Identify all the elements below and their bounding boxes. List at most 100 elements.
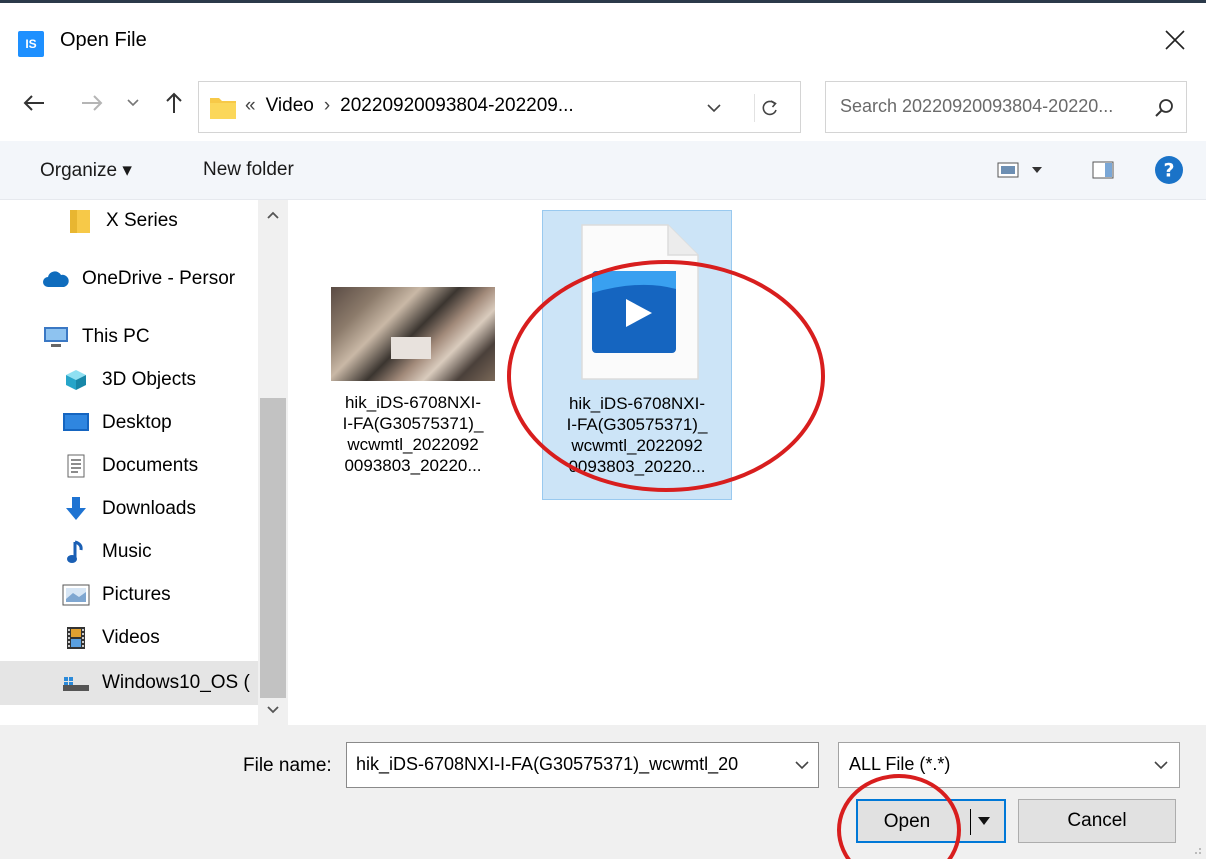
- sidebar-item-music[interactable]: Music: [0, 532, 258, 572]
- search-icon[interactable]: [1152, 96, 1176, 120]
- recent-locations-button[interactable]: [122, 87, 144, 119]
- sidebar-item-label: Downloads: [102, 498, 196, 519]
- back-arrow-icon: [23, 95, 44, 111]
- overflow-chevron[interactable]: «: [245, 95, 256, 117]
- organize-menu-button[interactable]: Organize ▾: [40, 159, 132, 182]
- navigation-pane: X Series OneDrive - Persor This PC 3D Ob…: [0, 200, 288, 725]
- preview-pane-button[interactable]: [1088, 155, 1118, 185]
- sidebar-item-x-series[interactable]: X Series: [0, 201, 258, 241]
- file-type-dropdown-button[interactable]: [1151, 755, 1171, 775]
- video-thumbnail: [331, 287, 495, 381]
- sidebar-item-windows10-os[interactable]: Windows10_OS (: [0, 661, 258, 705]
- file-name-input[interactable]: hik_iDS-6708NXI-I-FA(G30575371)_wcwmtl_2…: [356, 754, 776, 775]
- chevron-down-icon: [795, 761, 809, 770]
- search-box[interactable]: Search 20220920093804-20220...: [825, 81, 1187, 133]
- sidebar-item-label: Videos: [102, 627, 160, 648]
- preview-pane-icon: [1092, 161, 1114, 179]
- sidebar-item-this-pc[interactable]: This PC: [0, 317, 258, 357]
- chevron-down-icon: [707, 104, 721, 113]
- file-name-label: File name:: [243, 755, 332, 776]
- file-type-select[interactable]: ALL File (*.*): [838, 742, 1180, 788]
- sidebar-item-label: X Series: [106, 210, 178, 231]
- sidebar-item-label: Desktop: [102, 412, 172, 433]
- pictures-icon: [62, 583, 90, 607]
- file-list-pane: hik_iDS-6708NXI- I-FA(G30575371)_ wcwmtl…: [288, 200, 1206, 725]
- address-dropdown-button[interactable]: [701, 96, 727, 120]
- folder-icon: [66, 209, 94, 233]
- sidebar-item-3d-objects[interactable]: 3D Objects: [0, 360, 258, 400]
- address-bar[interactable]: « Video › 20220920093804-202209...: [198, 81, 801, 133]
- open-options-dropdown[interactable]: [974, 811, 994, 831]
- title-bar: IS Open File: [0, 3, 1206, 73]
- forward-arrow-icon: [82, 95, 103, 111]
- file-name: hik_iDS-6708NXI- I-FA(G30575371)_ wcwmtl…: [566, 394, 708, 476]
- svg-text:?: ?: [1163, 160, 1174, 182]
- open-button-label: Open: [883, 811, 931, 832]
- scrollbar-thumb[interactable]: [260, 398, 286, 698]
- refresh-button[interactable]: [754, 94, 784, 122]
- up-arrow-icon: [166, 92, 182, 113]
- app-icon: IS: [18, 31, 44, 57]
- sidebar-item-documents[interactable]: Documents: [0, 446, 258, 486]
- sidebar-item-desktop[interactable]: Desktop: [0, 403, 258, 443]
- view-thumbnails-icon: [997, 162, 1019, 178]
- documents-icon: [62, 454, 90, 478]
- file-item[interactable]: hik_iDS-6708NXI- I-FA(G30575371)_ wcwmtl…: [288, 200, 538, 500]
- help-button[interactable]: ?: [1152, 155, 1186, 185]
- back-button[interactable]: [18, 87, 50, 119]
- sidebar-item-label: Pictures: [102, 584, 171, 605]
- sidebar-item-label: Windows10_OS (: [102, 672, 250, 693]
- sidebar-item-videos[interactable]: Videos: [0, 618, 258, 658]
- close-button[interactable]: [1160, 25, 1190, 55]
- chevron-down-icon: [1154, 761, 1168, 770]
- command-toolbar: Organize ▾ New folder ?: [0, 141, 1206, 200]
- film-icon: [62, 626, 90, 650]
- forward-button[interactable]: [76, 87, 108, 119]
- computer-icon: [42, 325, 70, 349]
- scroll-down-button[interactable]: [258, 695, 288, 725]
- close-icon: [1165, 30, 1185, 50]
- sidebar-item-label: Documents: [102, 455, 199, 476]
- desktop-icon: [62, 411, 90, 435]
- navigation-pane-scrollbar[interactable]: [258, 200, 288, 725]
- caret-down-icon: [1032, 167, 1042, 173]
- file-name-dropdown-button[interactable]: [792, 755, 812, 775]
- breadcrumb-video[interactable]: Video: [266, 95, 314, 117]
- sidebar-item-pictures[interactable]: Pictures: [0, 575, 258, 615]
- download-arrow-icon: [62, 497, 90, 521]
- refresh-icon: [762, 100, 777, 116]
- sidebar-item-label: 3D Objects: [102, 369, 196, 390]
- sidebar-item-label: OneDrive - Persor: [82, 268, 236, 289]
- chevron-down-icon: [267, 706, 279, 714]
- caret-down-icon: [978, 817, 990, 825]
- up-button[interactable]: [158, 87, 190, 119]
- scroll-up-button[interactable]: [258, 200, 288, 230]
- chevron-up-icon: [267, 211, 279, 219]
- drive-icon: [62, 671, 90, 695]
- address-path: « Video › 20220920093804-202209...: [245, 95, 574, 117]
- file-type-value: ALL File (*.*): [849, 754, 951, 774]
- resize-grip-icon[interactable]: [1190, 843, 1202, 855]
- dialog-footer: File name: hik_iDS-6708NXI-I-FA(G3057537…: [0, 725, 1206, 859]
- cancel-button[interactable]: Cancel: [1018, 799, 1176, 843]
- dialog-title: Open File: [60, 29, 147, 51]
- file-item-selected[interactable]: hik_iDS-6708NXI- I-FA(G30575371)_ wcwmtl…: [542, 210, 732, 500]
- sidebar-item-label: Music: [102, 541, 152, 562]
- cloud-icon: [42, 267, 70, 291]
- file-name-combobox[interactable]: hik_iDS-6708NXI-I-FA(G30575371)_wcwmtl_2…: [346, 742, 819, 788]
- sidebar-item-onedrive[interactable]: OneDrive - Persor: [0, 259, 258, 299]
- change-view-button[interactable]: [990, 155, 1050, 185]
- split-divider: [970, 809, 971, 835]
- search-input[interactable]: Search 20220920093804-20220...: [840, 96, 1113, 117]
- breadcrumb-separator[interactable]: ›: [324, 95, 330, 117]
- navigation-row: « Video › 20220920093804-202209... Searc…: [0, 73, 1206, 141]
- sidebar-item-downloads[interactable]: Downloads: [0, 489, 258, 529]
- folder-icon: [210, 98, 236, 119]
- open-button[interactable]: Open: [856, 799, 1006, 843]
- help-question-icon: ?: [1155, 156, 1183, 184]
- file-name: hik_iDS-6708NXI- I-FA(G30575371)_ wcwmtl…: [342, 393, 484, 475]
- new-folder-button[interactable]: New folder: [203, 159, 294, 181]
- breadcrumb-current-folder[interactable]: 20220920093804-202209...: [340, 95, 574, 117]
- sidebar-item-label: This PC: [82, 326, 150, 347]
- video-file-icon: [581, 224, 699, 380]
